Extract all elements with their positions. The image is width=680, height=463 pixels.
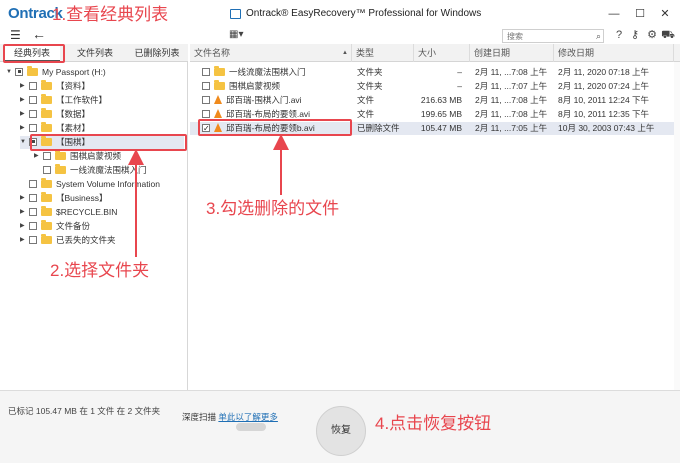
tree-item[interactable]: ▶ 【工作软件】 <box>20 93 107 107</box>
row-checkbox[interactable] <box>202 67 210 76</box>
caret-right-icon[interactable]: ▶ <box>20 122 29 135</box>
folder-icon <box>41 121 52 132</box>
minimize-button[interactable]: — <box>604 6 624 22</box>
annotation-step3: 3.勾选删除的文件 <box>206 199 340 218</box>
caret-down-icon[interactable]: ▼ <box>20 136 29 149</box>
column-type[interactable]: 类型 <box>352 44 414 62</box>
magnifier-icon[interactable]: ⌕ <box>596 30 601 42</box>
folder-icon <box>27 65 38 76</box>
folder-icon <box>214 66 225 76</box>
tree-item[interactable]: ▶ 围棋启蒙视频 <box>34 149 121 163</box>
caret-right-icon[interactable]: ▶ <box>20 192 29 205</box>
tree-checkbox[interactable] <box>29 123 37 132</box>
tree-item[interactable]: 一线流魔法围棋入门 <box>43 163 147 177</box>
tree-checkbox[interactable] <box>29 179 37 188</box>
caret-right-icon[interactable]: ▶ <box>20 220 29 233</box>
folder-icon <box>41 93 52 104</box>
folder-icon <box>41 191 52 202</box>
back-arrow-icon[interactable]: ← <box>32 27 46 41</box>
tree-item[interactable]: ▶ 文件备份 <box>20 219 90 233</box>
tree-item[interactable]: ▶ 【Business】 <box>20 191 108 205</box>
tree-checkbox[interactable] <box>29 235 37 244</box>
folder-icon <box>41 177 52 188</box>
annotation-step4: 4.点击恢复按钮 <box>375 414 492 433</box>
folder-icon <box>41 233 52 244</box>
folder-icon <box>41 219 52 230</box>
tree-item-drive[interactable]: ▼ My Passport (H:) <box>6 65 106 79</box>
vlc-cone-icon <box>214 109 222 119</box>
hamburger-icon[interactable]: ☰ <box>10 28 21 42</box>
table-row[interactable]: 邱百瑞-围棋入门.avi 文件 216.63 MB 2月 11, ...7:08… <box>190 94 680 107</box>
left-panel: 经典列表 文件列表 已删除列表 ▼ My Passport (H:) ▶ 【资料】 … <box>0 44 188 390</box>
question-icon[interactable]: ? <box>612 28 626 42</box>
tab-file-list[interactable]: 文件列表 <box>66 44 124 62</box>
caret-right-icon[interactable]: ▶ <box>20 80 29 93</box>
caret-right-icon[interactable]: ▶ <box>34 150 43 163</box>
tree-item[interactable]: ▶ 【资料】 <box>20 79 90 93</box>
highlight-folder <box>30 134 187 151</box>
tree-checkbox[interactable] <box>29 207 37 216</box>
tree-checkbox[interactable] <box>29 221 37 230</box>
folder-icon <box>41 205 52 216</box>
row-checkbox[interactable] <box>202 81 210 90</box>
tree-checkbox[interactable] <box>29 109 37 118</box>
caret-right-icon[interactable]: ▶ <box>20 234 29 247</box>
selection-status: 已标记 105.47 MB 在 1 文件 在 2 文件夹 <box>8 406 161 416</box>
deep-scan-toggle[interactable] <box>236 423 266 431</box>
annotation-step2: 2.选择文件夹 <box>50 261 150 280</box>
column-created[interactable]: 创建日期 <box>470 44 554 62</box>
cart-icon[interactable]: ⛟ <box>661 28 675 42</box>
close-button[interactable]: ✕ <box>655 6 675 22</box>
folder-icon <box>214 80 225 90</box>
sort-up-icon: ▲ <box>342 50 348 56</box>
folder-icon <box>41 79 52 90</box>
search-box[interactable]: ⌕ <box>502 29 604 43</box>
vlc-cone-icon <box>214 95 222 105</box>
bottom-bar: 已标记 105.47 MB 在 1 文件 在 2 文件夹 深度扫描 单此以了解更… <box>0 390 680 463</box>
tree-checkbox[interactable] <box>43 165 51 174</box>
window-title: Ontrack® EasyRecovery™ Professional for … <box>246 8 482 19</box>
tree-item[interactable]: System Volume Information <box>29 177 160 191</box>
maximize-button[interactable]: ☐ <box>630 6 650 22</box>
gear-icon[interactable]: ⚙ <box>645 28 659 42</box>
column-size[interactable]: 大小 <box>414 44 470 62</box>
tree-item[interactable]: ▶ $RECYCLE.BIN <box>20 205 117 219</box>
key-icon[interactable]: ⚷ <box>628 28 642 42</box>
app-window-icon <box>230 9 241 19</box>
tree-item[interactable]: ▶ 已丢失的文件夹 <box>20 233 116 247</box>
row-checkbox[interactable] <box>202 95 210 104</box>
deep-scan-link[interactable]: 单此以了解更多 <box>218 412 278 422</box>
column-name[interactable]: 文件名称 ▲ <box>190 44 352 62</box>
search-input[interactable] <box>503 30 589 42</box>
tree-item[interactable]: ▶ 【数据】 <box>20 107 90 121</box>
caret-right-icon[interactable]: ▶ <box>20 206 29 219</box>
annotation-step1: 1.查看经典列表 <box>52 5 169 24</box>
table-row[interactable]: 一线流魔法围棋入门 文件夹 – 2月 11, ...7:08 上午 2月 11,… <box>190 66 680 79</box>
table-row[interactable]: 围棋启蒙视频 文件夹 – 2月 11, ...7:07 上午 2月 11, 20… <box>190 80 680 93</box>
tree-checkbox[interactable] <box>29 95 37 104</box>
column-header: 文件名称 ▲ 类型 大小 创建日期 修改日期 <box>190 44 680 62</box>
row-checkbox[interactable] <box>202 109 210 118</box>
recover-button[interactable]: 恢复 <box>316 406 366 456</box>
caret-down-icon[interactable]: ▼ <box>6 66 15 79</box>
tree-checkbox[interactable] <box>29 193 37 202</box>
tree-checkbox[interactable] <box>43 151 51 160</box>
highlight-file <box>198 119 352 136</box>
column-modified[interactable]: 修改日期 <box>554 44 674 62</box>
caret-right-icon[interactable]: ▶ <box>20 108 29 121</box>
tree-checkbox[interactable] <box>15 67 23 76</box>
tab-deleted-list[interactable]: 已删除列表 <box>128 44 186 62</box>
grid-view-icon[interactable]: ▦▾ <box>229 28 243 42</box>
folder-icon <box>41 107 52 118</box>
toolbar: ☰ ← ▦▾ ⌕ ? ⚷ ⚙ ⛟ <box>0 27 680 44</box>
deep-scan-label: 深度扫描 单此以了解更多 <box>182 412 278 422</box>
tree-checkbox[interactable] <box>29 81 37 90</box>
vertical-scrollbar[interactable] <box>674 62 680 390</box>
caret-right-icon[interactable]: ▶ <box>20 94 29 107</box>
folder-icon <box>55 163 66 174</box>
folder-icon <box>55 149 66 160</box>
highlight-tab <box>3 44 65 63</box>
